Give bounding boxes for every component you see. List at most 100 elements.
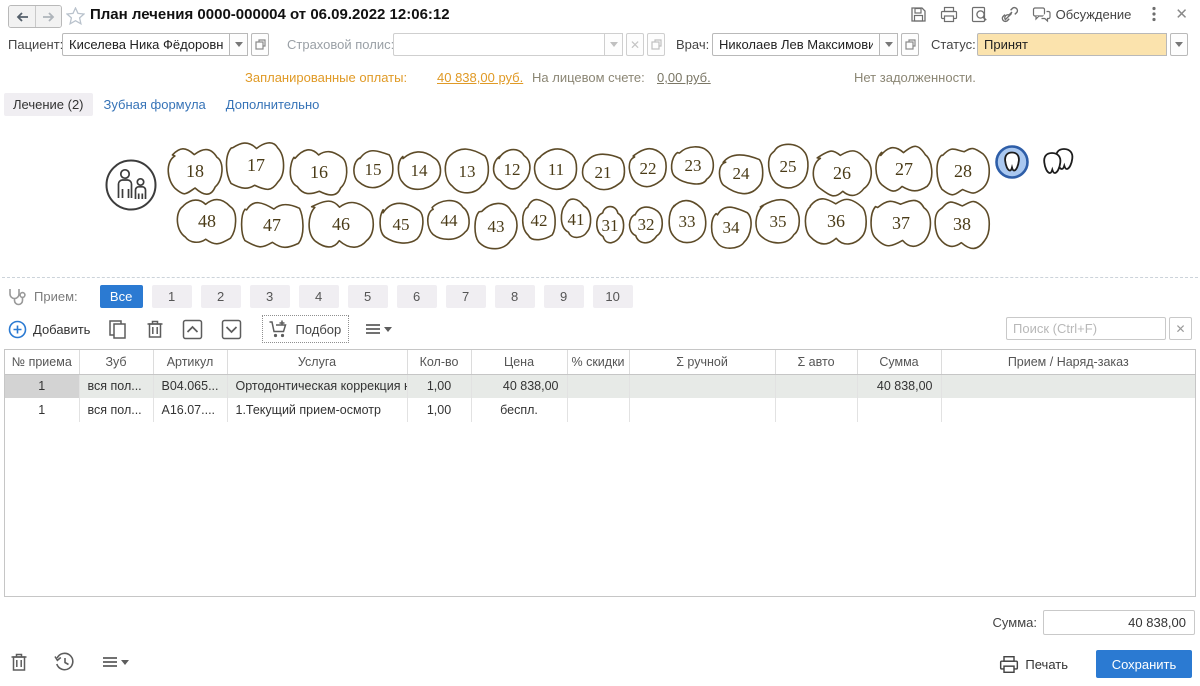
search-clear-button[interactable]: ✕ — [1169, 317, 1192, 340]
back-button[interactable] — [9, 6, 35, 27]
tooth-22[interactable]: 22 — [627, 139, 669, 197]
account-balance-link[interactable]: 0,00 руб. — [657, 70, 711, 88]
policy-input[interactable] — [393, 33, 605, 56]
column-header-11[interactable]: Прием / Наряд-заказ — [941, 350, 1195, 374]
policy-clear-button[interactable]: ✕ — [626, 33, 644, 56]
planned-payments-link[interactable]: 40 838,00 руб. — [437, 70, 523, 88]
search-input[interactable] — [1006, 317, 1166, 340]
cell-r1-c8[interactable] — [629, 374, 775, 398]
tooth-12[interactable]: 12 — [492, 140, 532, 198]
column-header-6[interactable]: Цена — [471, 350, 567, 374]
tooth-48[interactable]: 48 — [176, 192, 238, 250]
visit-filter-10[interactable]: 10 — [593, 285, 633, 308]
visit-filter-7[interactable]: 7 — [446, 285, 486, 308]
tooth-41[interactable]: 41 — [559, 190, 593, 248]
tab-2[interactable]: Зубная формула — [95, 93, 215, 116]
tooth-32[interactable]: 32 — [627, 195, 665, 253]
table-row-1[interactable]: 1вся пол...B04.065...Ортодонтическая кор… — [5, 374, 1195, 398]
tooth-25[interactable]: 25 — [766, 137, 810, 195]
cell-r1-c10[interactable]: 40 838,00 — [857, 374, 941, 398]
tooth-38[interactable]: 38 — [933, 195, 991, 253]
tooth-17[interactable]: 17 — [225, 136, 287, 194]
tooth-42[interactable]: 42 — [520, 191, 558, 249]
copy-row-button[interactable] — [108, 319, 128, 340]
tooth-33[interactable]: 33 — [666, 192, 708, 250]
cell-r2-c5[interactable]: 1,00 — [407, 398, 471, 422]
column-header-5[interactable]: Кол-во — [407, 350, 471, 374]
column-header-1[interactable]: № приема — [5, 350, 79, 374]
status-dropdown-button[interactable] — [1170, 33, 1188, 56]
table-more-menu-button[interactable] — [365, 323, 392, 335]
sum-input[interactable] — [1043, 610, 1195, 635]
cell-r2-c2[interactable]: вся пол... — [79, 398, 153, 422]
policy-open-button[interactable] — [647, 33, 665, 56]
doctor-input[interactable] — [712, 33, 880, 56]
visit-filter-6[interactable]: 6 — [397, 285, 437, 308]
pick-services-button[interactable]: Подбор — [262, 315, 349, 343]
tooth-46[interactable]: 46 — [306, 195, 376, 253]
close-button[interactable]: ✕ — [1175, 5, 1188, 23]
cell-r2-c9[interactable] — [775, 398, 857, 422]
tooth-23[interactable]: 23 — [670, 136, 716, 194]
cell-r1-c3[interactable]: B04.065... — [153, 374, 227, 398]
visit-filter-3[interactable]: 3 — [250, 285, 290, 308]
view-double-tooth-toggle[interactable] — [1038, 146, 1080, 178]
cell-r1-c7[interactable] — [567, 374, 629, 398]
get-link-icon-button[interactable] — [1001, 6, 1019, 23]
discussion-button[interactable]: Обсуждение — [1032, 6, 1132, 23]
cell-r1-c6[interactable]: 40 838,00 — [471, 374, 567, 398]
tooth-34[interactable]: 34 — [709, 198, 753, 256]
column-header-3[interactable]: Артикул — [153, 350, 227, 374]
cell-r1-c4[interactable]: Ортодонтическая коррекция н... — [227, 374, 407, 398]
cell-r2-c3[interactable]: А16.07.... — [153, 398, 227, 422]
column-header-9[interactable]: Σ авто — [775, 350, 857, 374]
visit-filter-5[interactable]: 5 — [348, 285, 388, 308]
favorite-star-icon[interactable] — [66, 7, 85, 25]
patient-open-button[interactable] — [251, 33, 269, 56]
tooth-44[interactable]: 44 — [426, 191, 472, 249]
visit-filter-9[interactable]: 9 — [544, 285, 584, 308]
tooth-28[interactable]: 28 — [935, 142, 991, 200]
tooth-27[interactable]: 27 — [874, 140, 934, 198]
cell-r1-c11[interactable] — [941, 374, 1195, 398]
visit-filter-all[interactable]: Все — [100, 285, 143, 308]
tooth-45[interactable]: 45 — [377, 195, 425, 253]
visit-filter-8[interactable]: 8 — [495, 285, 535, 308]
cell-r1-c2[interactable]: вся пол... — [79, 374, 153, 398]
visit-filter-2[interactable]: 2 — [201, 285, 241, 308]
column-header-2[interactable]: Зуб — [79, 350, 153, 374]
doctor-open-button[interactable] — [901, 33, 919, 56]
status-input[interactable] — [977, 33, 1167, 56]
history-button[interactable] — [54, 652, 76, 672]
cell-r2-c7[interactable] — [567, 398, 629, 422]
column-header-8[interactable]: Σ ручной — [629, 350, 775, 374]
patient-dropdown-button[interactable] — [230, 33, 248, 56]
view-single-tooth-toggle[interactable] — [994, 144, 1030, 180]
tooth-37[interactable]: 37 — [870, 194, 932, 252]
tooth-16[interactable]: 16 — [288, 143, 350, 201]
table-row-2[interactable]: 1вся пол...А16.07....1.Текущий прием-осм… — [5, 398, 1195, 422]
tooth-31[interactable]: 31 — [594, 196, 626, 254]
save-document-button[interactable]: Сохранить — [1096, 650, 1192, 678]
tab-3[interactable]: Дополнительно — [217, 93, 329, 116]
cell-r2-c11[interactable] — [941, 398, 1195, 422]
patient-input[interactable] — [62, 33, 230, 56]
add-button[interactable]: Добавить — [8, 320, 90, 339]
visit-filter-4[interactable]: 4 — [299, 285, 339, 308]
column-header-4[interactable]: Услуга — [227, 350, 407, 374]
print-icon-button[interactable] — [940, 6, 958, 23]
delete-row-button[interactable] — [146, 319, 164, 339]
cell-r2-c10[interactable] — [857, 398, 941, 422]
cell-r2-c8[interactable] — [629, 398, 775, 422]
tab-1[interactable]: Лечение (2) — [4, 93, 93, 116]
visit-filter-1[interactable]: 1 — [152, 285, 192, 308]
column-header-7[interactable]: % скидки — [567, 350, 629, 374]
tooth-35[interactable]: 35 — [754, 192, 802, 250]
cell-r2-c4[interactable]: 1.Текущий прием-осмотр — [227, 398, 407, 422]
delete-document-button[interactable] — [10, 652, 28, 672]
doctor-dropdown-button[interactable] — [880, 33, 898, 56]
tooth-36[interactable]: 36 — [803, 192, 869, 250]
tooth-47[interactable]: 47 — [239, 196, 305, 254]
policy-dropdown-button[interactable] — [605, 33, 623, 56]
cell-r1-c5[interactable]: 1,00 — [407, 374, 471, 398]
